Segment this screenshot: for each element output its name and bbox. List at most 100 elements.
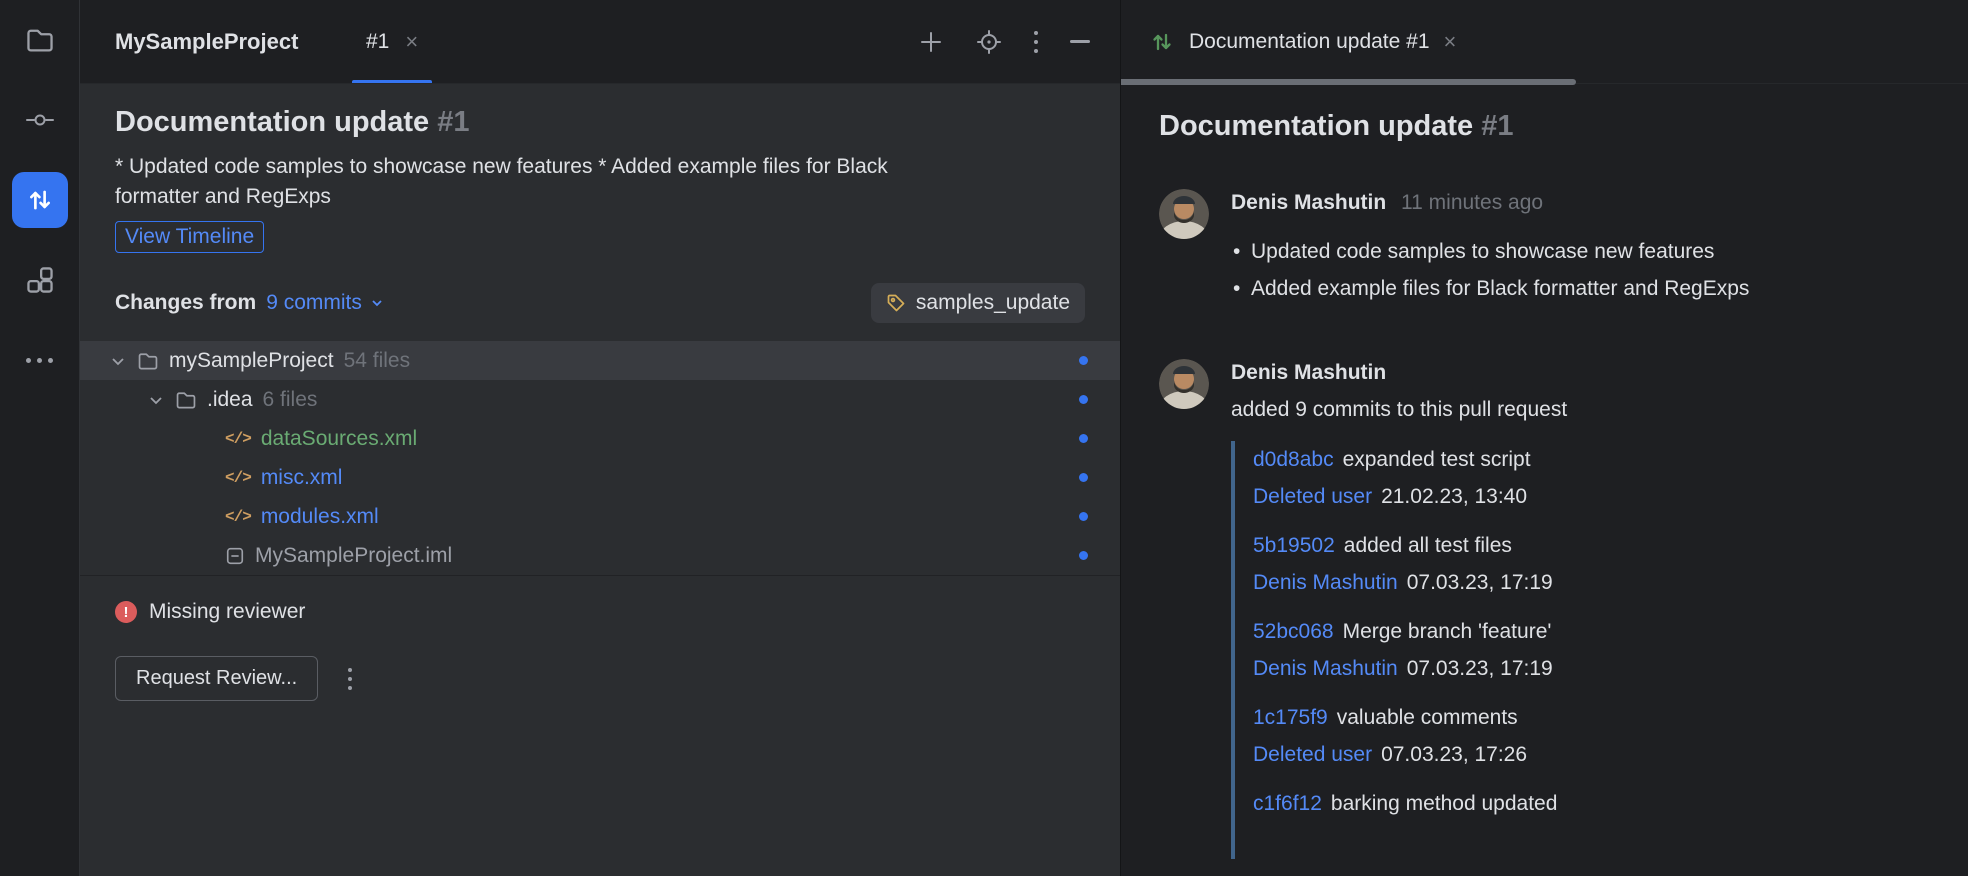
changes-from-label: Changes from	[115, 291, 257, 314]
commit-message: barking method updated	[1330, 792, 1558, 815]
tree-item-label: dataSources.xml	[260, 426, 418, 450]
changes-row: Changes from 9 commits samples_update	[115, 283, 1085, 323]
tree-row-misc-xml[interactable]: </> misc.xml	[80, 458, 1120, 497]
commit-item: d0d8abc expanded test script Deleted user…	[1253, 441, 1567, 515]
menu-kebab-icon[interactable]	[348, 667, 353, 690]
tree-item-label: MySampleProject.iml	[255, 543, 453, 567]
commit-message: expanded test script	[1342, 448, 1531, 471]
plus-icon[interactable]	[918, 29, 944, 55]
structure-icon[interactable]	[12, 252, 68, 308]
branch-tag-chip[interactable]: samples_update	[870, 283, 1085, 323]
review-actions: Request Review...	[115, 656, 1085, 701]
view-timeline-link[interactable]: View Timeline	[115, 221, 265, 253]
request-review-button[interactable]: Request Review...	[115, 656, 319, 701]
tree-row-datasources-xml[interactable]: </> dataSources.xml	[80, 419, 1120, 458]
change-indicator-dot	[1079, 395, 1088, 404]
commit-author-link[interactable]: Denis Mashutin	[1253, 657, 1398, 680]
branch-tag-label: samples_update	[915, 291, 1070, 314]
xml-file-icon: </>	[225, 507, 252, 526]
commit-hash-link[interactable]: 52bc068	[1253, 620, 1334, 643]
commit-author-link[interactable]: Denis Mashutin	[1253, 571, 1398, 594]
commits-dropdown[interactable]: 9 commits	[266, 291, 385, 315]
xml-file-icon: </>	[225, 429, 252, 448]
chevron-down-icon[interactable]	[146, 390, 166, 410]
menu-kebab-icon[interactable]	[1034, 30, 1038, 53]
timeline-content: Documentation update #1 Denis Mashutin 1…	[1121, 84, 1968, 876]
xml-file-icon: </>	[225, 468, 252, 487]
tree-row-root-folder[interactable]: mySampleProject 54 files	[80, 341, 1120, 380]
tab-timeline[interactable]: Documentation update #1 ×	[1149, 29, 1456, 55]
close-icon[interactable]: ×	[405, 30, 418, 53]
pr-title: Documentation update #1	[115, 106, 1085, 139]
tree-item-label: misc.xml	[260, 465, 343, 489]
commit-message: valuable comments	[1336, 706, 1518, 729]
comment-body: Denis Mashutin 11 minutes ago Updated co…	[1231, 189, 1749, 307]
pull-request-icon	[1149, 29, 1175, 55]
chevron-down-icon[interactable]	[108, 351, 128, 371]
locate-icon[interactable]	[976, 29, 1002, 55]
commits-dropdown-label: 9 commits	[266, 291, 362, 314]
timeline-comment: Denis Mashutin 11 minutes ago Updated co…	[1159, 189, 1930, 307]
commit-hash-link[interactable]: c1f6f12	[1253, 792, 1322, 815]
change-indicator-dot	[1079, 512, 1088, 521]
review-footer: ! Missing reviewer Request Review...	[80, 575, 1120, 876]
commit-item: c1f6f12 barking method updated	[1253, 785, 1567, 859]
tree-row-iml-file[interactable]: MySampleProject.iml	[80, 536, 1120, 575]
tree-row-modules-xml[interactable]: </> modules.xml	[80, 497, 1120, 536]
pull-requests-icon[interactable]	[11, 172, 68, 228]
commit-item: 52bc068 Merge branch 'feature' Denis Mash…	[1253, 613, 1567, 687]
pr-title-text: Documentation update	[115, 106, 430, 138]
pr-description: * Updated code samples to showcase new f…	[115, 155, 888, 208]
comment-text: Updated code samples to showcase new fea…	[1231, 233, 1749, 307]
pr-details: Documentation update #1 * Updated code s…	[80, 84, 1120, 575]
tree-item-meta: 54 files	[343, 348, 411, 372]
commit-hash-link[interactable]: d0d8abc	[1253, 448, 1334, 471]
tab-label: Documentation update #1	[1189, 29, 1430, 53]
commit-hash-link[interactable]: 1c175f9	[1253, 706, 1328, 729]
folder-icon	[175, 389, 197, 411]
event-body: Denis Mashutin added 9 commits to this p…	[1231, 359, 1567, 871]
commit-item: 1c175f9 valuable comments Deleted user 07.…	[1253, 699, 1567, 773]
window-title: MySampleProject	[115, 28, 299, 54]
timeline-commits-event: Denis Mashutin added 9 commits to this p…	[1159, 359, 1930, 871]
tree-item-label: mySampleProject	[169, 348, 334, 372]
tree-row-idea-folder[interactable]: .idea 6 files	[80, 380, 1120, 419]
more-icon[interactable]	[12, 332, 68, 388]
commit-date: 21.02.23, 13:40	[1381, 485, 1528, 508]
commit-date: 07.03.23, 17:19	[1406, 657, 1553, 680]
event-header: Denis Mashutin	[1231, 359, 1567, 387]
commit-author-link[interactable]: Deleted user	[1253, 743, 1372, 766]
change-indicator-dot	[1079, 473, 1088, 482]
comment-author: Denis Mashutin	[1231, 191, 1387, 214]
close-icon[interactable]: ×	[1444, 30, 1457, 53]
ide-window: MySampleProject #1 × Documentation updat…	[0, 0, 1968, 876]
event-author: Denis Mashutin	[1231, 361, 1387, 384]
commit-message: Merge branch 'feature'	[1342, 620, 1552, 643]
missing-reviewer-warning: ! Missing reviewer	[115, 600, 1085, 624]
tab-pr-1[interactable]: #1 ×	[352, 0, 433, 83]
commit-item: 5b19502 added all test files Denis Mashut…	[1253, 527, 1567, 601]
project-icon[interactable]	[12, 12, 68, 68]
tab-label: #1	[366, 29, 390, 53]
commit-icon[interactable]	[12, 92, 68, 148]
commit-author-link[interactable]: Deleted user	[1253, 485, 1372, 508]
tree-item-label: .idea	[207, 387, 253, 411]
avatar	[1159, 359, 1209, 409]
commit-list: d0d8abc expanded test script Deleted user…	[1231, 441, 1567, 859]
timeline-pr-number: #1	[1481, 110, 1514, 142]
pr-number: #1	[437, 106, 470, 138]
commit-date: 07.03.23, 17:26	[1381, 743, 1528, 766]
tree-item-label: modules.xml	[260, 504, 379, 528]
header-actions	[918, 0, 1090, 83]
changed-files-tree: mySampleProject 54 files .idea 6 files <…	[80, 341, 1120, 575]
chevron-down-icon	[372, 300, 382, 307]
commit-date: 07.03.23, 17:19	[1406, 571, 1553, 594]
timeline-title: Documentation update #1	[1159, 110, 1930, 143]
event-action: added 9 commits to this pull request	[1231, 398, 1568, 421]
avatar	[1159, 189, 1209, 239]
hide-icon[interactable]	[1070, 40, 1090, 43]
change-indicator-dot	[1079, 356, 1088, 365]
commit-hash-link[interactable]: 5b19502	[1253, 534, 1335, 557]
change-indicator-dot	[1079, 434, 1088, 443]
tree-item-meta: 6 files	[262, 387, 318, 411]
